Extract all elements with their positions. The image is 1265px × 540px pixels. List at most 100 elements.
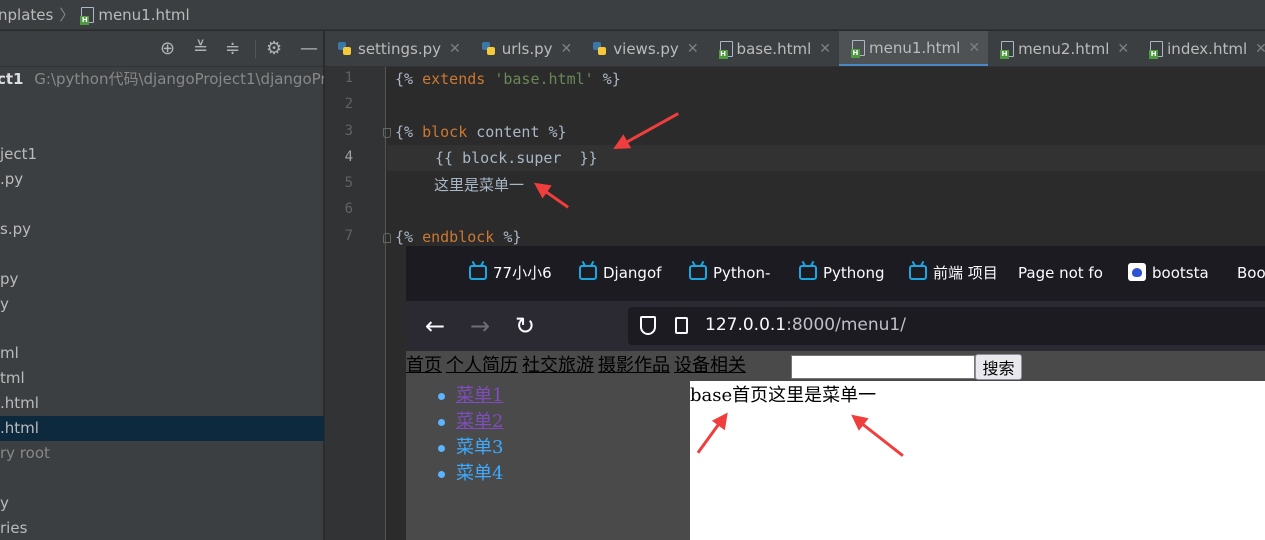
bilibili-icon bbox=[689, 265, 707, 280]
search-input[interactable] bbox=[791, 355, 975, 379]
chevron-right-icon: 〉 bbox=[59, 6, 75, 24]
browser-toolbar: ← → ↻ 127.0.0.1:8000/menu1/ bbox=[406, 301, 1265, 351]
tree-item[interactable]: .py bbox=[0, 167, 324, 192]
close-icon[interactable]: ✕ bbox=[687, 41, 699, 57]
bilibili-icon bbox=[909, 265, 927, 280]
menu-link-2[interactable]: 菜单2 bbox=[456, 411, 503, 432]
browser-window: 77小小6 Djangof Python- Pythong 前端 项目 Page… bbox=[406, 246, 1265, 540]
bookmark[interactable]: Python- bbox=[689, 262, 770, 284]
nav-link-resume[interactable]: 个人简历 bbox=[446, 355, 518, 376]
breadcrumb: nplates 〉 menu1.html bbox=[0, 0, 1265, 30]
bookmark[interactable]: Djangof bbox=[579, 262, 661, 284]
line-number: 1 bbox=[344, 70, 353, 86]
tab-settings-py[interactable]: settings.py ✕ bbox=[325, 31, 469, 66]
side-menu-item: 菜单4 bbox=[438, 461, 503, 487]
bookmark[interactable]: 前端 项目 bbox=[909, 262, 998, 284]
tab-menu2-html[interactable]: menu2.html✕ bbox=[988, 31, 1137, 66]
breadcrumb-file[interactable]: menu1.html bbox=[98, 6, 189, 24]
nav-link-photography[interactable]: 摄影作品 bbox=[598, 355, 670, 376]
tree-item-selected[interactable]: .html bbox=[0, 416, 324, 441]
tree-item-root[interactable]: ct1 G:\python代码\djangoProject1\djangoPro bbox=[0, 67, 324, 92]
tree-item[interactable]: ject1 bbox=[0, 142, 324, 167]
shield-icon[interactable] bbox=[640, 316, 656, 335]
expand-all-icon[interactable]: ≚ bbox=[193, 39, 208, 59]
line-number: 7 bbox=[344, 228, 353, 244]
line-gutter: 1 2 3 4 5 6 7 bbox=[325, 67, 391, 540]
menu-link-4[interactable]: 菜单4 bbox=[456, 463, 503, 484]
tree-item[interactable]: s.py bbox=[0, 217, 324, 242]
nav-link-home[interactable]: 首页 bbox=[406, 355, 442, 376]
line-number: 3 bbox=[344, 123, 353, 139]
close-icon[interactable]: ✕ bbox=[449, 41, 461, 57]
tab-base-html[interactable]: base.html✕ bbox=[707, 31, 839, 66]
target-icon[interactable]: ⊕ bbox=[160, 39, 175, 59]
nav-link-travel[interactable]: 社交旅游 bbox=[522, 355, 594, 376]
bilibili-icon bbox=[469, 265, 487, 280]
project-panel: ⊕ ≚ ≑ ⚙ — ct1 G:\python代码\djangoProject1… bbox=[0, 31, 324, 540]
back-arrow-icon[interactable]: ← bbox=[425, 313, 445, 339]
content-text: base首页这里是菜单一 bbox=[690, 385, 877, 406]
python-file-icon bbox=[592, 41, 608, 57]
tab-index-html[interactable]: index.html✕ bbox=[1137, 31, 1265, 66]
minimize-icon[interactable]: — bbox=[300, 39, 318, 59]
close-icon[interactable]: ✕ bbox=[1117, 41, 1129, 57]
menu-link-1[interactable]: 菜单1 bbox=[456, 385, 503, 406]
html-file-icon bbox=[80, 6, 95, 25]
html-file-icon bbox=[1149, 41, 1164, 59]
fold-marker-icon[interactable] bbox=[383, 233, 391, 243]
menu-link-3[interactable]: 菜单3 bbox=[456, 437, 503, 458]
side-menu-item: 菜单1 bbox=[438, 383, 503, 409]
line-number: 4 bbox=[344, 149, 353, 165]
url-text: 127.0.0.1:8000/menu1/ bbox=[705, 315, 906, 335]
close-icon[interactable]: ✕ bbox=[968, 40, 980, 56]
code-line-7: {% endblock %} bbox=[395, 228, 522, 246]
close-icon[interactable]: ✕ bbox=[561, 41, 573, 57]
python-file-icon bbox=[481, 41, 497, 57]
tree-item[interactable]: ry root bbox=[0, 441, 324, 466]
reload-icon[interactable]: ↻ bbox=[515, 313, 535, 339]
side-menu-item: 菜单3 bbox=[438, 435, 503, 461]
forward-arrow-icon[interactable]: → bbox=[470, 313, 490, 339]
bookmark[interactable]: Boo bbox=[1237, 262, 1265, 284]
side-menu-item: 菜单2 bbox=[438, 409, 503, 435]
baidu-icon bbox=[1128, 263, 1146, 281]
side-menu: 菜单1 菜单2 菜单3 菜单4 bbox=[438, 383, 503, 487]
web-page: 首页 个人简历 社交旅游 摄影作品 设备相关 搜索 菜单1 菜单2 菜单3 菜单4 ba… bbox=[406, 351, 1265, 540]
tree-item[interactable]: ries bbox=[0, 516, 324, 540]
search-button[interactable]: 搜索 bbox=[975, 354, 1022, 380]
close-icon[interactable]: ✕ bbox=[1255, 41, 1265, 57]
line-number: 2 bbox=[344, 96, 353, 112]
address-bar[interactable]: 127.0.0.1:8000/menu1/ bbox=[628, 307, 1265, 345]
tree-item[interactable]: .html bbox=[0, 391, 324, 416]
bookmark[interactable]: bootsta bbox=[1128, 262, 1209, 284]
code-line-4: {{ block.super }} bbox=[435, 149, 598, 167]
tree-item[interactable]: ml bbox=[0, 341, 324, 366]
breadcrumb-folder[interactable]: nplates bbox=[0, 6, 53, 24]
bilibili-icon bbox=[579, 265, 597, 280]
gear-icon[interactable]: ⚙ bbox=[266, 39, 282, 59]
project-toolbar: ⊕ ≚ ≑ ⚙ — bbox=[0, 31, 323, 67]
tab-urls-py[interactable]: urls.py ✕ bbox=[469, 31, 581, 66]
code-line-1: {% extends 'base.html' %} bbox=[395, 70, 621, 88]
close-icon[interactable]: ✕ bbox=[819, 41, 831, 57]
page-icon bbox=[675, 317, 688, 334]
collapse-all-icon[interactable]: ≑ bbox=[225, 39, 240, 59]
bookmark[interactable]: Pythong bbox=[799, 262, 885, 284]
tree-item[interactable]: y bbox=[0, 292, 324, 317]
nav-link-devices[interactable]: 设备相关 bbox=[674, 355, 746, 376]
tab-menu1-html[interactable]: menu1.html✕ bbox=[838, 31, 989, 66]
html-file-icon bbox=[718, 41, 733, 59]
tab-views-py[interactable]: views.py ✕ bbox=[580, 31, 706, 66]
editor-tabs: settings.py✕ urls.py✕ views.py✕ base.htm… bbox=[325, 31, 1265, 67]
tree-item[interactable]: tml bbox=[0, 366, 324, 391]
code-line-5: 这里是菜单一 bbox=[434, 176, 525, 194]
line-number: 5 bbox=[344, 175, 353, 191]
tree-item[interactable]: y bbox=[0, 491, 324, 516]
bookmark[interactable]: 77小小6 bbox=[469, 262, 552, 284]
tree-item[interactable]: py bbox=[0, 267, 324, 292]
top-nav: 首页 个人简历 社交旅游 摄影作品 设备相关 bbox=[406, 351, 750, 381]
bookmark[interactable]: Page not fo bbox=[1018, 262, 1103, 284]
python-file-icon bbox=[337, 41, 353, 57]
fold-marker-icon[interactable] bbox=[383, 128, 391, 138]
bookmarks-bar: 77小小6 Djangof Python- Pythong 前端 项目 Page… bbox=[406, 246, 1265, 301]
